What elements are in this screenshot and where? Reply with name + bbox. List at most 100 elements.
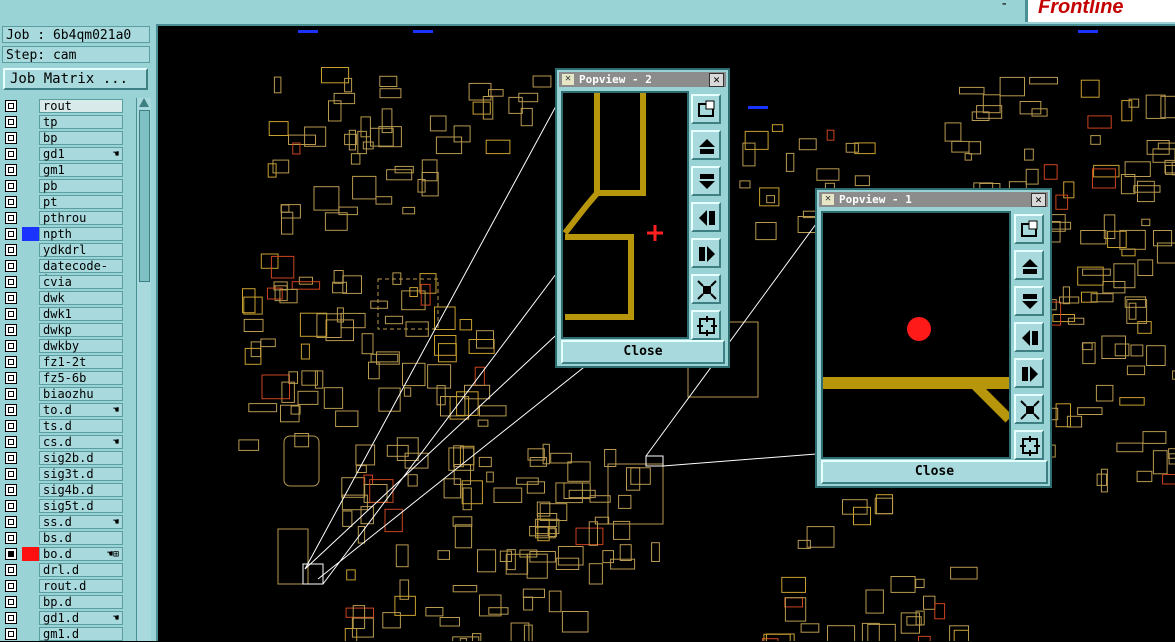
layer-name[interactable]: dwkby bbox=[39, 339, 123, 353]
layer-checkbox[interactable] bbox=[5, 404, 17, 416]
layer-name[interactable]: ss.d☚ bbox=[39, 515, 123, 529]
layer-row[interactable]: rout bbox=[3, 98, 135, 114]
layer-name[interactable]: datecode-to bbox=[39, 259, 123, 273]
layer-color-swatch[interactable] bbox=[22, 435, 39, 449]
pan-up-button[interactable] bbox=[691, 130, 721, 160]
pan-down-button[interactable] bbox=[1014, 286, 1044, 316]
layer-name[interactable]: gd1☚ bbox=[39, 147, 123, 161]
popview-1-close-button[interactable]: Close bbox=[821, 460, 1048, 484]
layer-color-swatch[interactable] bbox=[22, 531, 39, 545]
layer-checkbox[interactable] bbox=[5, 132, 17, 144]
layer-row[interactable]: dwkby bbox=[3, 338, 135, 354]
zoom-out-button[interactable] bbox=[1014, 394, 1044, 424]
layer-row[interactable]: sig4b.d bbox=[3, 482, 135, 498]
layer-checkbox[interactable] bbox=[5, 164, 17, 176]
layer-checkbox[interactable] bbox=[5, 484, 17, 496]
layer-color-swatch[interactable] bbox=[22, 243, 39, 257]
layer-row[interactable]: fz5-6b bbox=[3, 370, 135, 386]
layer-row[interactable]: bo.d☚⊞ bbox=[3, 546, 135, 562]
layer-name[interactable]: tp bbox=[39, 115, 123, 129]
layer-color-swatch[interactable] bbox=[22, 275, 39, 289]
layer-name[interactable]: sig5t.d bbox=[39, 499, 123, 513]
layer-name[interactable]: dwk1 bbox=[39, 307, 123, 321]
layer-name[interactable]: gm1.d bbox=[39, 627, 123, 641]
layer-name[interactable]: gd1.d☚ bbox=[39, 611, 123, 625]
layer-checkbox[interactable] bbox=[5, 452, 17, 464]
layer-name[interactable]: cs.d☚ bbox=[39, 435, 123, 449]
layer-row[interactable]: gm1 bbox=[3, 162, 135, 178]
scroll-up-icon[interactable] bbox=[139, 98, 149, 107]
layer-checkbox[interactable] bbox=[5, 260, 17, 272]
close-icon[interactable]: ✕ bbox=[709, 73, 724, 87]
layer-color-swatch[interactable] bbox=[22, 227, 39, 241]
layer-row[interactable]: drl.d bbox=[3, 562, 135, 578]
layer-color-swatch[interactable] bbox=[22, 355, 39, 369]
layer-row[interactable]: pb bbox=[3, 178, 135, 194]
layer-checkbox[interactable] bbox=[5, 212, 17, 224]
pan-up-button[interactable] bbox=[1014, 250, 1044, 280]
layer-checkbox[interactable] bbox=[5, 596, 17, 608]
layer-name[interactable]: cvia bbox=[39, 275, 123, 289]
layer-row[interactable]: sig2b.d bbox=[3, 450, 135, 466]
layer-checkbox[interactable] bbox=[5, 308, 17, 320]
layer-name[interactable]: fz5-6b bbox=[39, 371, 123, 385]
layer-row[interactable]: gm1.d bbox=[3, 626, 135, 642]
layer-checkbox[interactable] bbox=[5, 548, 17, 560]
minimize-button[interactable]: - bbox=[1000, 0, 1008, 12]
layer-color-swatch[interactable] bbox=[22, 147, 39, 161]
layer-row[interactable]: ts.d bbox=[3, 418, 135, 434]
layer-row[interactable]: dwk bbox=[3, 290, 135, 306]
popview-2-titlebar[interactable]: ✕ Popview - 2 ✕ bbox=[559, 72, 726, 87]
layer-checkbox[interactable] bbox=[5, 580, 17, 592]
layer-checkbox[interactable] bbox=[5, 340, 17, 352]
layer-row[interactable]: biaozhu bbox=[3, 386, 135, 402]
layer-name[interactable]: sig3t.d bbox=[39, 467, 123, 481]
layer-color-swatch[interactable] bbox=[22, 179, 39, 193]
layer-checkbox[interactable] bbox=[5, 116, 17, 128]
layer-color-swatch[interactable] bbox=[22, 387, 39, 401]
layer-checkbox[interactable] bbox=[5, 436, 17, 448]
layer-row[interactable]: sig3t.d bbox=[3, 466, 135, 482]
layer-name[interactable]: sig2b.d bbox=[39, 451, 123, 465]
zoom-in-button[interactable] bbox=[691, 310, 721, 340]
layer-checkbox[interactable] bbox=[5, 420, 17, 432]
layer-color-swatch[interactable] bbox=[22, 307, 39, 321]
layer-checkbox[interactable] bbox=[5, 276, 17, 288]
popview-1-viewport[interactable] bbox=[821, 211, 1011, 459]
layer-color-swatch[interactable] bbox=[22, 131, 39, 145]
layer-row[interactable]: gd1☚ bbox=[3, 146, 135, 162]
layer-color-swatch[interactable] bbox=[22, 403, 39, 417]
job-matrix-button[interactable]: Job Matrix ... bbox=[3, 68, 148, 90]
layer-row[interactable]: bp bbox=[3, 130, 135, 146]
layer-row[interactable]: datecode-to bbox=[3, 258, 135, 274]
layer-checkbox[interactable] bbox=[5, 532, 17, 544]
layer-checkbox[interactable] bbox=[5, 244, 17, 256]
layer-row[interactable]: dwkp bbox=[3, 322, 135, 338]
layer-color-swatch[interactable] bbox=[22, 627, 39, 641]
layer-color-swatch[interactable] bbox=[22, 195, 39, 209]
popview-2-viewport[interactable] bbox=[561, 91, 689, 339]
layer-color-swatch[interactable] bbox=[22, 451, 39, 465]
layer-color-swatch[interactable] bbox=[22, 163, 39, 177]
layer-name[interactable]: pt bbox=[39, 195, 123, 209]
layer-checkbox[interactable] bbox=[5, 228, 17, 240]
layer-color-swatch[interactable] bbox=[22, 499, 39, 513]
layer-name[interactable]: sig4b.d bbox=[39, 483, 123, 497]
layer-row[interactable]: bs.d bbox=[3, 530, 135, 546]
layer-checkbox[interactable] bbox=[5, 500, 17, 512]
layer-row[interactable]: fz1-2t bbox=[3, 354, 135, 370]
layer-checkbox[interactable] bbox=[5, 516, 17, 528]
layer-name[interactable]: rout bbox=[39, 99, 123, 113]
layer-name[interactable]: biaozhu bbox=[39, 387, 123, 401]
layer-color-swatch[interactable] bbox=[22, 595, 39, 609]
layer-name[interactable]: pthrou bbox=[39, 211, 123, 225]
layer-checkbox[interactable] bbox=[5, 628, 17, 640]
layer-checkbox[interactable] bbox=[5, 468, 17, 480]
layer-color-swatch[interactable] bbox=[22, 579, 39, 593]
zoom-fit-button[interactable] bbox=[1014, 214, 1044, 244]
layer-name[interactable]: dwkp bbox=[39, 323, 123, 337]
layer-color-swatch[interactable] bbox=[22, 371, 39, 385]
layer-row[interactable]: ss.d☚ bbox=[3, 514, 135, 530]
zoom-in-button[interactable] bbox=[1014, 430, 1044, 460]
layer-color-swatch[interactable] bbox=[22, 515, 39, 529]
